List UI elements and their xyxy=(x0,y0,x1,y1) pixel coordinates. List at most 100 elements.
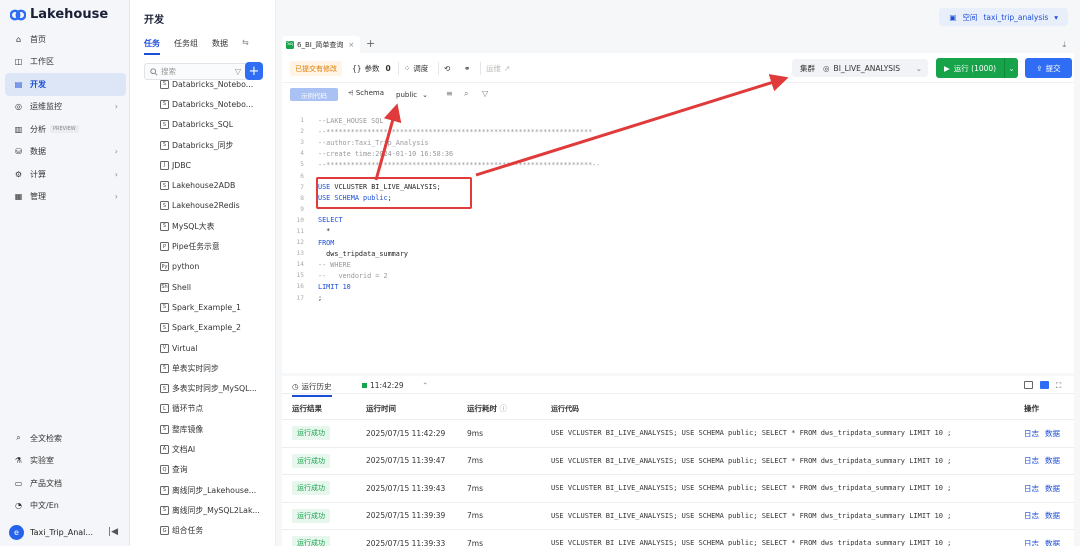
schedule-button[interactable]: ⁘ 调度 xyxy=(404,61,428,76)
file-tab-bar: Sq 6_BI_简单查询 × + ⤓ xyxy=(276,35,1080,53)
submit-label: 提交 xyxy=(1045,63,1061,73)
task-item[interactable]: S 整库镜像 xyxy=(160,419,274,439)
task-item[interactable]: S 离线同步_MySQL2Lak... xyxy=(160,500,274,520)
nav-item-3[interactable]: ◎ 运维监控 › xyxy=(5,96,126,119)
clock-icon: ◷ xyxy=(292,382,299,391)
task-item[interactable]: S 多表实时同步_MySQL... xyxy=(160,378,274,398)
log-link[interactable]: 日志 xyxy=(1024,429,1039,438)
tab-task-groups[interactable]: 任务组 xyxy=(174,38,198,55)
editor-subtoolbar: 示例代码 ⩤ Schema public ⌄ ≡ ⌕ ▽ xyxy=(282,86,1074,102)
search-code-icon[interactable]: ⌕ xyxy=(464,89,468,99)
task-search-input[interactable]: 搜索 ▽ xyxy=(144,63,248,80)
task-item[interactable]: S Spark_Example_2 xyxy=(160,318,274,338)
file-tab[interactable]: Sq 6_BI_简单查询 × xyxy=(282,36,360,53)
task-item[interactable]: Py python xyxy=(160,257,274,277)
tab-data[interactable]: 数据 xyxy=(212,38,228,55)
format-icon[interactable]: ≡ xyxy=(446,89,453,98)
log-link[interactable]: 日志 xyxy=(1024,511,1039,520)
data-link[interactable]: 数据 xyxy=(1045,484,1060,493)
task-item[interactable]: Q 查询 xyxy=(160,460,274,480)
lineage-icon[interactable]: ⚭ xyxy=(464,61,470,76)
task-item[interactable]: Sh Shell xyxy=(160,277,274,297)
log-link[interactable]: 日志 xyxy=(1024,539,1039,546)
data-link[interactable]: 数据 xyxy=(1045,456,1060,465)
download-icon[interactable]: ⤓ xyxy=(1062,40,1066,50)
space-label: 空间 xyxy=(962,12,978,22)
collapse-sidebar-icon[interactable]: |◀ xyxy=(108,527,118,537)
log-link[interactable]: 日志 xyxy=(1024,484,1039,493)
unsaved-status-badge: 已提交有修改 xyxy=(290,61,342,76)
schema-icon: ⩤ xyxy=(348,89,354,97)
run-options-chevron-icon[interactable]: ⌄ xyxy=(1004,58,1018,78)
deploy-button[interactable]: 运维 ↗ xyxy=(486,61,510,76)
line-number: 7 xyxy=(300,183,304,191)
settings-icon: ▦ xyxy=(14,192,23,202)
filter-icon[interactable]: ▽ xyxy=(482,89,488,98)
data-link[interactable]: 数据 xyxy=(1045,511,1060,520)
run-duration: 7ms xyxy=(467,538,483,546)
task-item[interactable]: S Databricks_SQL xyxy=(160,115,274,135)
results-tabs: ◷ 运行历史 11:42:29 ⌃ ⛶ xyxy=(282,376,1074,397)
nav-item-5[interactable]: ⛁ 数据 › xyxy=(5,141,126,164)
fullscreen-icon[interactable]: ⛶ xyxy=(1056,381,1061,391)
nav-item-0[interactable]: ⌂ 首页 xyxy=(5,28,126,51)
task-file-icon: L xyxy=(160,404,169,414)
bottom-nav-item-2[interactable]: ▭ 产品文档 xyxy=(5,472,126,495)
sample-code-button[interactable]: 示例代码 xyxy=(290,88,338,101)
task-item[interactable]: S 单表实时同步 xyxy=(160,358,274,378)
nav-item-4[interactable]: ▥ 分析 PREVIEW xyxy=(5,118,126,141)
task-item[interactable]: G 组合任务 xyxy=(160,521,274,541)
new-tab-button[interactable]: + xyxy=(366,37,375,50)
tab-run-history[interactable]: ◷ 运行历史 xyxy=(292,381,332,397)
task-item[interactable]: A 文档AI xyxy=(160,439,274,459)
task-item[interactable]: S Lakehouse2ADB xyxy=(160,175,274,195)
cluster-selector[interactable]: 集群 ◎ BI_LIVE_ANALYSIS ⌄ xyxy=(792,59,928,77)
user-account[interactable]: e Taxi_Trip_Anal... |◀ xyxy=(5,521,126,543)
submit-button[interactable]: ⇪ 提交 xyxy=(1025,58,1072,78)
task-item[interactable]: L 循环节点 xyxy=(160,399,274,419)
main-nav: ⌂ 首页 ◫ 工作区 ▤ 开发 ◎ 运维监控 › ▥ 分析 PREVIEW ⛁ 数据 › ⚙ 计算 › ▦ 管理 › xyxy=(5,28,126,208)
split-layout-icon[interactable] xyxy=(1040,381,1049,389)
add-task-button[interactable]: + xyxy=(245,62,263,80)
schema-selector[interactable]: public ⌄ xyxy=(396,88,436,101)
task-item[interactable]: S Databricks_同步 xyxy=(160,135,274,155)
nav-item-2[interactable]: ▤ 开发 xyxy=(5,73,126,96)
history-icon[interactable]: ⟲ xyxy=(444,61,450,76)
code-editor[interactable]: 1 --LAKE_HOUSE SQL 2 --********************… xyxy=(282,115,1074,304)
run-label: 运行 (1000) xyxy=(953,63,997,73)
nav-item-6[interactable]: ⚙ 计算 › xyxy=(5,163,126,186)
close-icon[interactable]: × xyxy=(348,41,354,49)
task-item-label: Spark_Example_2 xyxy=(172,323,241,333)
task-item[interactable]: S Databricks_Notebo... xyxy=(160,80,274,94)
bottom-nav-item-label: 全文检索 xyxy=(30,433,62,443)
data-link[interactable]: 数据 xyxy=(1045,429,1060,438)
task-item[interactable]: S Lakehouse2Redis xyxy=(160,196,274,216)
code-token: --**************************************… xyxy=(318,160,601,169)
collapse-panel-icon[interactable]: ⇆ xyxy=(242,38,249,55)
run-button[interactable]: ▶ 运行 (1000) ⌄ xyxy=(936,58,1018,78)
chevron-up-icon[interactable]: ⌃ xyxy=(422,381,428,390)
bottom-nav-item-3[interactable]: ◔ 中文/En xyxy=(5,495,126,518)
bottom-nav-item-0[interactable]: ⌕ 全文检索 xyxy=(5,427,126,450)
data-link[interactable]: 数据 xyxy=(1045,539,1060,546)
task-item[interactable]: V Virtual xyxy=(160,338,274,358)
task-item[interactable]: J JDBC xyxy=(160,155,274,175)
task-item[interactable]: P Pipe任务示意 xyxy=(160,236,274,256)
task-item[interactable]: S 离线同步_Lakehouse... xyxy=(160,480,274,500)
task-item[interactable]: S Databricks_Notebo... xyxy=(160,94,274,114)
task-item[interactable]: S Spark_Example_1 xyxy=(160,297,274,317)
filter-icon[interactable]: ▽ xyxy=(235,67,241,76)
nav-item-7[interactable]: ▦ 管理 › xyxy=(5,186,126,209)
task-item-label: Databricks_同步 xyxy=(172,140,234,150)
layout-icon[interactable] xyxy=(1024,381,1033,389)
task-item[interactable]: S MySQL大表 xyxy=(160,216,274,236)
params-button[interactable]: {} 参数 0 xyxy=(352,61,391,76)
space-selector[interactable]: ▣ 空间 taxi_trip_analysis ▾ xyxy=(939,8,1068,26)
nav-item-1[interactable]: ◫ 工作区 xyxy=(5,51,126,74)
tab-run-result[interactable]: 11:42:29 xyxy=(362,381,404,390)
tab-tasks[interactable]: 任务 xyxy=(144,38,160,55)
log-link[interactable]: 日志 xyxy=(1024,456,1039,465)
brand-name: Lakehouse xyxy=(30,7,109,22)
code-token: * xyxy=(318,227,331,236)
bottom-nav-item-1[interactable]: ⚗ 实验室 xyxy=(5,450,126,473)
